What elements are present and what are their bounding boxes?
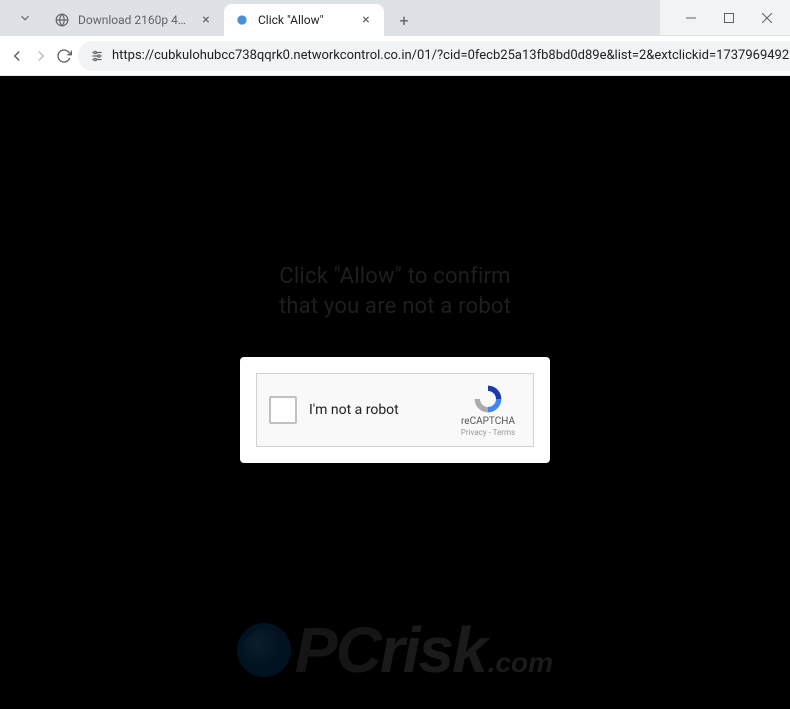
tab-inactive-download[interactable]: Download 2160p 4K YIFY Movi ×: [44, 4, 224, 36]
heading-line-2: that you are not a robot: [240, 292, 550, 322]
arrow-right-icon: [32, 47, 50, 65]
titlebar: Download 2160p 4K YIFY Movi × Click "All…: [0, 0, 790, 36]
watermark-badge-icon: [237, 623, 291, 677]
url-text: https://cubkulohubcc738qqrk0.networkcont…: [112, 48, 790, 63]
maximize-icon: [724, 13, 734, 23]
tab-strip: Download 2160p 4K YIFY Movi × Click "All…: [0, 0, 660, 36]
page-content: Click "Allow" to confirm that you are no…: [0, 76, 790, 709]
chevron-down-icon: [18, 11, 32, 25]
page-inner: Click "Allow" to confirm that you are no…: [240, 262, 550, 463]
watermark-text: PCrisk.com: [295, 613, 553, 687]
site-icon: [234, 12, 250, 28]
tune-icon: [90, 49, 104, 63]
reload-icon: [56, 48, 72, 64]
tab-title: Click "Allow": [258, 13, 352, 27]
back-button[interactable]: [8, 41, 26, 71]
captcha-widget: I'm not a robot reCAPTCHA Privacy - Term…: [256, 373, 534, 447]
captcha-branding: reCAPTCHA Privacy - Terms: [455, 383, 521, 437]
window-controls: [672, 4, 786, 32]
captcha-label: I'm not a robot: [309, 402, 443, 418]
recaptcha-icon: [472, 383, 504, 415]
tab-close-button[interactable]: ×: [358, 12, 374, 28]
minimize-button[interactable]: [672, 4, 710, 32]
watermark: PCrisk.com: [0, 613, 790, 687]
page-heading: Click "Allow" to confirm that you are no…: [240, 262, 550, 321]
search-tabs-button[interactable]: [10, 3, 40, 33]
address-bar[interactable]: https://cubkulohubcc738qqrk0.networkcont…: [78, 41, 790, 71]
captcha-links[interactable]: Privacy - Terms: [461, 428, 515, 437]
site-info-button[interactable]: [90, 49, 104, 63]
tab-active-click-allow[interactable]: Click "Allow" ×: [224, 4, 384, 36]
globe-icon: [54, 12, 70, 28]
maximize-button[interactable]: [710, 4, 748, 32]
tab-close-button[interactable]: ×: [198, 12, 214, 28]
close-button[interactable]: [748, 4, 786, 32]
heading-line-1: Click "Allow" to confirm: [240, 262, 550, 292]
captcha-brand-text: reCAPTCHA: [461, 416, 515, 427]
reload-button[interactable]: [56, 41, 72, 71]
minimize-icon: [686, 13, 696, 23]
arrow-left-icon: [8, 47, 26, 65]
captcha-checkbox[interactable]: [269, 396, 297, 424]
forward-button[interactable]: [32, 41, 50, 71]
tab-title: Download 2160p 4K YIFY Movi: [78, 13, 192, 27]
close-icon: [762, 13, 772, 23]
toolbar: https://cubkulohubcc738qqrk0.networkcont…: [0, 36, 790, 76]
browser-window: Download 2160p 4K YIFY Movi × Click "All…: [0, 0, 790, 709]
captcha-card: I'm not a robot reCAPTCHA Privacy - Term…: [240, 357, 550, 463]
new-tab-button[interactable]: +: [390, 6, 418, 34]
